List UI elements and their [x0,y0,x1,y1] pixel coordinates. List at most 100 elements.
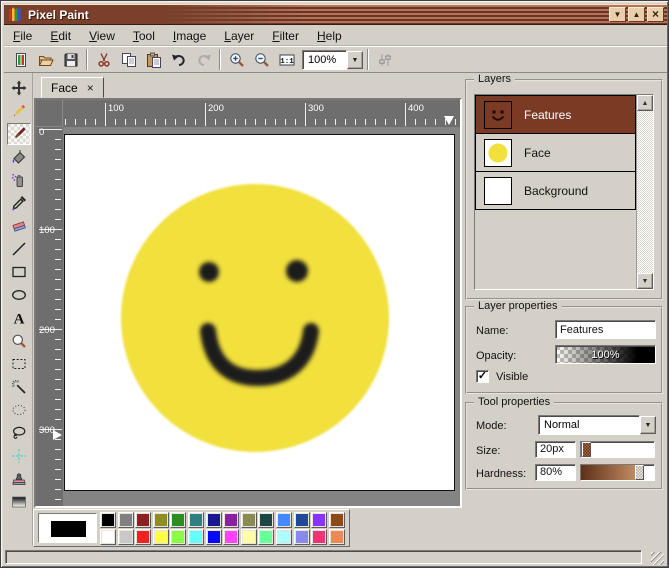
slider-thumb[interactable] [582,442,591,457]
color-swatch[interactable] [329,512,345,528]
resize-grip-icon[interactable] [651,552,664,565]
layer-row-features[interactable]: Features [475,95,636,134]
menu-view[interactable]: View [80,27,124,45]
menu-file[interactable]: File [4,27,41,45]
color-swatch[interactable] [258,512,274,528]
paintbrush-tool[interactable] [7,123,31,145]
visible-checkbox[interactable]: ✓ [476,370,489,383]
color-swatch[interactable] [118,512,134,528]
color-swatch[interactable] [188,512,204,528]
maximize-button[interactable]: ▲ [628,7,645,22]
color-swatch[interactable] [329,529,345,545]
open-file-icon[interactable] [33,48,58,71]
color-swatch[interactable] [206,529,222,545]
zoom-in-icon[interactable] [224,48,249,71]
text-tool[interactable]: A [7,307,31,329]
color-swatch[interactable] [258,529,274,545]
menu-filter[interactable]: Filter [263,27,308,45]
eyedropper-tool[interactable] [7,192,31,214]
opacity-slider[interactable]: 100% [555,345,656,364]
color-swatch[interactable] [223,529,239,545]
layer-name-input[interactable] [555,320,656,339]
color-swatch[interactable] [153,529,169,545]
menu-image[interactable]: Image [164,27,215,45]
color-swatch[interactable] [170,512,186,528]
copy-icon[interactable] [116,48,141,71]
zoom-level-dropdown[interactable]: 100%▼ [302,50,364,70]
layer-row-face[interactable]: Face [475,133,636,172]
hardness-slider[interactable] [580,464,655,481]
tab-face[interactable]: Face × [41,77,104,98]
eraser-tool[interactable] [7,215,31,237]
ellipse-tool[interactable] [7,284,31,306]
canvas-viewport[interactable] [63,127,460,506]
zoom-dropdown-arrow-icon[interactable]: ▼ [347,51,363,69]
color-swatch[interactable] [170,529,186,545]
close-button[interactable]: × [647,7,664,22]
mode-dropdown[interactable]: Normal ▼ [538,415,657,435]
color-swatch[interactable] [100,512,116,528]
free-select-tool[interactable] [7,399,31,421]
menu-tool[interactable]: Tool [124,27,164,45]
color-swatch[interactable] [135,512,151,528]
color-swatch[interactable] [311,529,327,545]
canvas-image[interactable] [64,134,455,491]
gradient-tool[interactable] [7,491,31,513]
color-swatch[interactable] [118,529,134,545]
current-color-well[interactable] [38,513,97,543]
scroll-up-icon[interactable]: ▲ [637,95,653,111]
ruler-major-tick [205,103,206,126]
color-swatch[interactable] [206,512,222,528]
layer-row-background[interactable]: Background [475,171,636,210]
color-swatch[interactable] [241,529,257,545]
layer-list-scrollbar[interactable]: ▲▼ [636,95,653,289]
lasso-tool[interactable] [7,422,31,444]
pencil-tool[interactable] [7,100,31,122]
color-swatch[interactable] [276,529,292,545]
scroll-down-icon[interactable]: ▼ [637,273,653,289]
rectangle-tool[interactable] [7,261,31,283]
paste-icon[interactable] [141,48,166,71]
new-file-icon[interactable] [8,48,33,71]
line-tool[interactable] [7,238,31,260]
rect-select-tool[interactable] [7,353,31,375]
color-swatch[interactable] [241,512,257,528]
menu-help[interactable]: Help [308,27,351,45]
size-slider[interactable] [580,441,655,458]
color-swatch[interactable] [294,529,310,545]
hardness-value[interactable]: 80% [535,464,576,481]
color-swatch[interactable] [311,512,327,528]
redo-icon[interactable] [191,48,216,71]
clone-stamp-tool[interactable] [7,468,31,490]
fill-bucket-tool[interactable] [7,146,31,168]
menu-edit[interactable]: Edit [41,27,80,45]
svg-text:1:1: 1:1 [280,57,294,65]
color-swatch[interactable] [100,529,116,545]
mode-dropdown-arrow-icon[interactable]: ▼ [640,416,656,434]
color-swatch[interactable] [135,529,151,545]
airbrush-tool[interactable] [7,169,31,191]
color-swatch[interactable] [276,512,292,528]
menu-layer[interactable]: Layer [215,27,263,45]
color-swatch[interactable] [153,512,169,528]
cut-icon[interactable] [91,48,116,71]
magnifier-tool[interactable] [7,330,31,352]
undo-icon[interactable] [166,48,191,71]
move-tool[interactable] [7,77,31,99]
color-swatch[interactable] [223,512,239,528]
tab-close-icon[interactable]: × [87,81,94,95]
zoom-out-icon[interactable] [249,48,274,71]
size-value[interactable]: 20px [535,441,576,458]
slider-thumb[interactable] [635,465,644,480]
actual-size-icon[interactable]: 1:1 [274,48,299,71]
color-swatch[interactable] [294,512,310,528]
save-file-icon[interactable] [58,48,83,71]
magic-wand-tool[interactable] [7,376,31,398]
minimize-button[interactable]: ▼ [609,7,626,22]
crosshair-tool[interactable] [7,445,31,467]
sliders-icon[interactable] [372,48,397,71]
title-bar[interactable]: Pixel Paint ▼▲× [4,4,667,25]
ruler-tick [95,119,96,125]
canvas-region: Face × 100200300400 0100200300 [33,73,463,509]
color-swatch[interactable] [188,529,204,545]
